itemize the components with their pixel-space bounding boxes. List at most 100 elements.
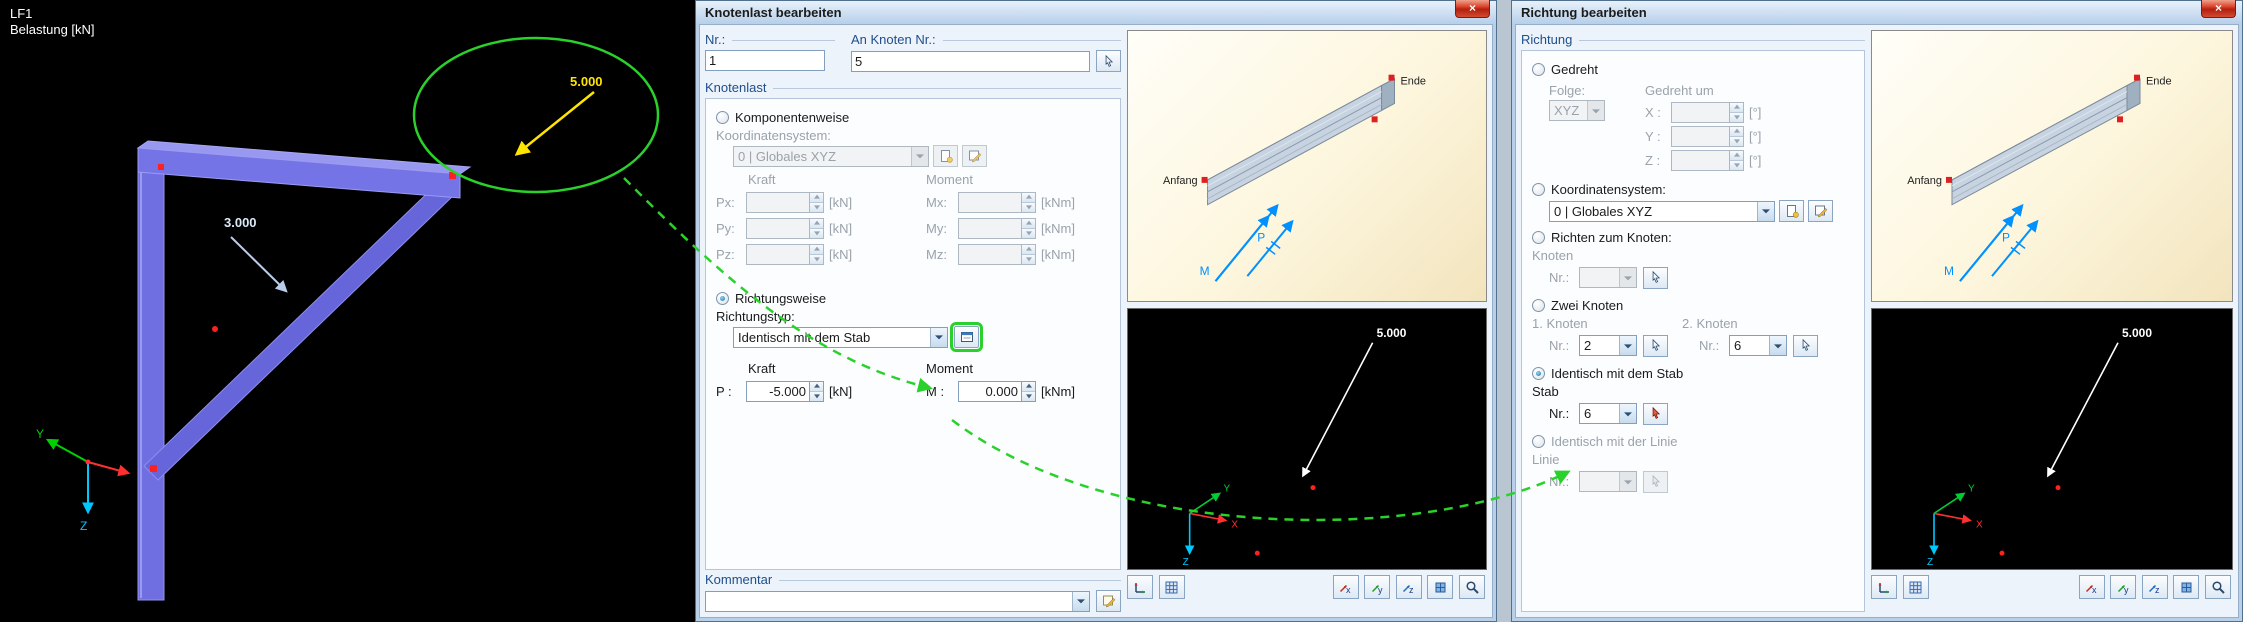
- spinner[interactable]: [1021, 218, 1035, 238]
- option-identisch-stab[interactable]: Identisch mit dem Stab: [1532, 366, 1854, 381]
- zoom-button[interactable]: [1459, 575, 1485, 599]
- folge-dropdown[interactable]: XYZ: [1549, 100, 1605, 121]
- node-marker: [150, 465, 157, 472]
- spinner[interactable]: [1729, 126, 1743, 146]
- load-number-field[interactable]: 1: [705, 50, 825, 71]
- axes-display-button[interactable]: [1127, 575, 1153, 599]
- deg-unit: [°]: [1749, 128, 1762, 144]
- grid-display-button[interactable]: [1158, 575, 1185, 599]
- richtungstyp-dropdown[interactable]: Identisch mit dem Stab: [733, 326, 948, 348]
- edit-coordinate-system-button[interactable]: [1808, 200, 1833, 222]
- option-richten-zum-knoten[interactable]: Richten zum Knoten:: [1532, 230, 1854, 245]
- axes-display-button[interactable]: [1871, 575, 1897, 599]
- spinner[interactable]: [1021, 381, 1035, 401]
- edit-direction-icon: [960, 332, 973, 342]
- grid-display-button[interactable]: [1902, 575, 1929, 599]
- edit-direction-button[interactable]: [950, 322, 983, 352]
- new-coordinate-system-button[interactable]: [1779, 200, 1804, 222]
- comment-dropdown[interactable]: [705, 590, 1090, 612]
- load-preview-panel[interactable]: 5.000 Y X Z: [1127, 308, 1487, 570]
- option-gedreht[interactable]: Gedreht: [1532, 62, 1854, 77]
- edit-coordinate-system-button[interactable]: [962, 145, 987, 167]
- kn-unit: [kN]: [829, 220, 853, 236]
- spinner[interactable]: [1021, 244, 1035, 264]
- mx-field[interactable]: [958, 191, 1036, 213]
- close-icon[interactable]: ×: [2201, 0, 2236, 18]
- radio-identisch-stab[interactable]: [1532, 367, 1545, 380]
- new-coordinate-system-button[interactable]: [933, 145, 958, 167]
- view-y-icon: y: [2117, 584, 2129, 595]
- node1-dropdown[interactable]: 2: [1579, 335, 1637, 356]
- load-preview-panel[interactable]: 5.000 Y X Z: [1871, 308, 2233, 570]
- new-document-icon: [940, 150, 953, 163]
- axis-z-label: Z: [1183, 557, 1189, 568]
- zoom-button[interactable]: [2205, 575, 2231, 599]
- radio-gedreht[interactable]: [1532, 63, 1545, 76]
- svg-text:z: z: [2155, 585, 2160, 595]
- member-dropdown[interactable]: 6: [1579, 403, 1637, 424]
- pz-field[interactable]: [746, 243, 824, 265]
- view-x-button[interactable]: x: [1332, 575, 1359, 599]
- node-dropdown[interactable]: [1579, 267, 1637, 288]
- spinner[interactable]: [809, 381, 823, 401]
- spinner[interactable]: [809, 218, 823, 238]
- option-komponentenweise[interactable]: Komponentenweise: [716, 110, 1110, 125]
- edit-comment-button[interactable]: [1096, 590, 1121, 612]
- dialog-title: Richtung bearbeiten: [1521, 5, 1647, 20]
- my-field[interactable]: [958, 217, 1036, 239]
- coordinate-system-dropdown[interactable]: 0 | Globales XYZ: [733, 145, 929, 167]
- node-number-field[interactable]: 5: [851, 50, 1090, 72]
- svg-text:x: x: [2092, 585, 2097, 595]
- radio-richtungsweise[interactable]: [716, 292, 729, 305]
- option-zwei-knoten[interactable]: Zwei Knoten: [1532, 298, 1854, 313]
- pick-node2-button[interactable]: [1793, 334, 1818, 357]
- spinner[interactable]: [1021, 192, 1035, 212]
- option-koordinatensystem[interactable]: Koordinatensystem:: [1532, 182, 1854, 197]
- dialog-titlebar[interactable]: Richtung bearbeiten ×: [1512, 0, 2242, 24]
- spinner[interactable]: [809, 192, 823, 212]
- coordinate-system-dropdown[interactable]: 0 | Globales XYZ: [1549, 200, 1775, 222]
- viewport-3d[interactable]: LF1 Belastung [kN] 5.000 3.000 Y Z: [0, 0, 695, 622]
- close-icon[interactable]: ×: [1455, 0, 1490, 18]
- py-field[interactable]: [746, 217, 824, 239]
- radio-identisch-linie[interactable]: [1532, 435, 1545, 448]
- view-y-button[interactable]: y: [1364, 575, 1391, 599]
- knm-unit: [kNm]: [1041, 383, 1075, 399]
- pick-node-button[interactable]: [1096, 50, 1121, 72]
- x-label: X :: [1645, 104, 1661, 120]
- knoten2-label: 2. Knoten: [1682, 316, 1738, 331]
- view-y-button[interactable]: y: [2110, 575, 2137, 599]
- default-view-button[interactable]: [2173, 575, 2200, 599]
- pick-node-button[interactable]: [1643, 266, 1668, 289]
- rot-y-field[interactable]: [1671, 125, 1744, 147]
- axis-x-label: X: [1231, 519, 1238, 530]
- view-z-button[interactable]: z: [2141, 575, 2168, 599]
- start-node-marker: [1201, 176, 1208, 183]
- option-richtungsweise[interactable]: Richtungsweise: [716, 291, 1110, 306]
- spinner[interactable]: [1729, 102, 1743, 122]
- view-z-button[interactable]: z: [1395, 575, 1422, 599]
- option-identisch-linie[interactable]: Identisch mit der Linie: [1532, 434, 1854, 449]
- default-view-button[interactable]: [1427, 575, 1454, 599]
- pick-node1-button[interactable]: [1643, 334, 1668, 357]
- mz-field[interactable]: [958, 243, 1036, 265]
- radio-komponentenweise[interactable]: [716, 111, 729, 124]
- m-field[interactable]: 0.000: [958, 380, 1036, 402]
- view-x-button[interactable]: x: [2078, 575, 2105, 599]
- radio-richten-zum-knoten[interactable]: [1532, 231, 1545, 244]
- p-field[interactable]: -5.000: [746, 380, 824, 402]
- node2-dropdown[interactable]: 6: [1729, 335, 1787, 356]
- radio-zwei-knoten[interactable]: [1532, 299, 1545, 312]
- rot-x-field[interactable]: [1671, 101, 1744, 123]
- pick-member-button[interactable]: [1643, 402, 1668, 425]
- knm-unit: [kNm]: [1041, 220, 1075, 236]
- line-dropdown[interactable]: [1579, 471, 1637, 492]
- node-marker: [1999, 550, 2005, 556]
- radio-koordinatensystem[interactable]: [1532, 183, 1545, 196]
- pick-line-button[interactable]: [1643, 470, 1668, 493]
- dialog-titlebar[interactable]: Knotenlast bearbeiten ×: [696, 0, 1496, 24]
- px-field[interactable]: [746, 191, 824, 213]
- spinner[interactable]: [1729, 150, 1743, 170]
- rot-z-field[interactable]: [1671, 149, 1744, 171]
- spinner[interactable]: [809, 244, 823, 264]
